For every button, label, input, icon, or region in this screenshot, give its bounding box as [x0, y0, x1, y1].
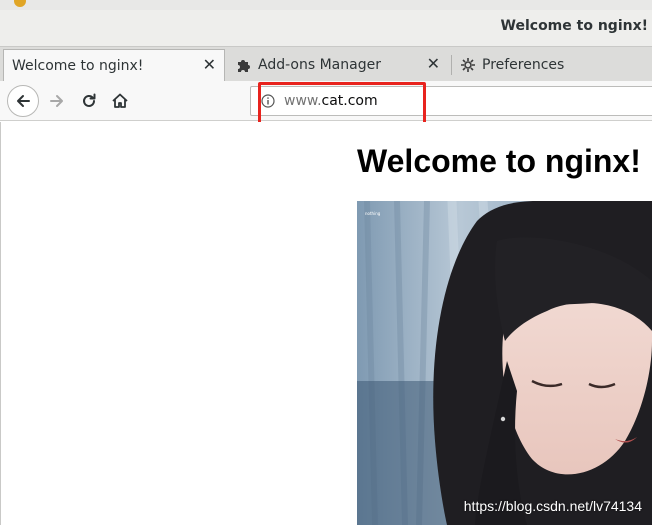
- close-icon[interactable]: ✕: [203, 57, 216, 73]
- tab-strip: Welcome to nginx! ✕ Add-ons Manager ✕ Pr…: [0, 47, 652, 81]
- image-watermark: https://blog.csdn.net/lv74134: [463, 498, 642, 514]
- home-button[interactable]: [106, 87, 134, 115]
- app-menu-icon: [14, 0, 26, 7]
- tab-preferences[interactable]: Preferences: [453, 49, 652, 81]
- arrow-left-icon: [17, 95, 30, 107]
- reload-icon: [83, 93, 96, 107]
- tab-separator: [451, 55, 452, 75]
- tab-label: Preferences: [482, 57, 565, 73]
- reload-button[interactable]: [75, 87, 103, 115]
- gear-icon: [461, 58, 475, 72]
- window-titlebar[interactable]: Welcome to nginx!: [0, 10, 652, 47]
- tab-label: Welcome to nginx!: [12, 57, 144, 74]
- photo-caption-text: nothing: [365, 211, 381, 216]
- back-button[interactable]: [7, 85, 39, 117]
- forward-button[interactable]: [43, 87, 71, 115]
- panel-menu-text-clipped: [30, 0, 220, 9]
- os-top-panel: [0, 0, 652, 10]
- close-icon[interactable]: ✕: [427, 56, 440, 72]
- tab-addons-manager[interactable]: Add-ons Manager ✕: [229, 49, 448, 81]
- photo-portrait-image: nothing: [357, 201, 652, 525]
- puzzle-icon: [238, 60, 250, 72]
- tab-welcome-nginx[interactable]: Welcome to nginx! ✕: [3, 49, 225, 81]
- page-heading: Welcome to nginx!: [357, 143, 641, 179]
- home-icon: [112, 93, 128, 108]
- window-title: Welcome to nginx!: [500, 18, 648, 34]
- tab-label: Add-ons Manager: [258, 57, 381, 73]
- page-photo: nothing https://blog.csdn.net/lv74134: [357, 201, 652, 525]
- arrow-right-icon: [50, 95, 63, 107]
